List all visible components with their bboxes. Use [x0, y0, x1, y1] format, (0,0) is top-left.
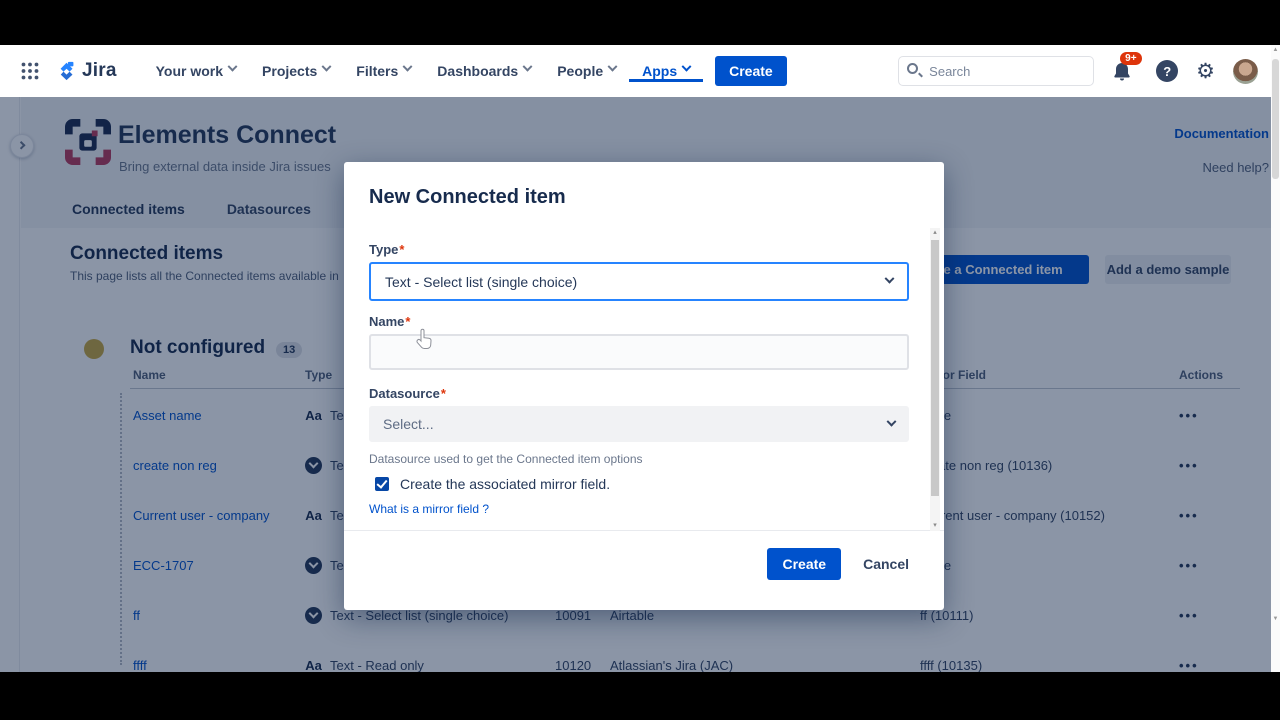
notifications-button[interactable]: 9+: [1112, 56, 1138, 86]
nav-menu: Your work Projects Filters Dashboards Pe…: [143, 60, 704, 82]
datasource-select-placeholder: Select...: [383, 416, 434, 432]
create-button[interactable]: Create: [715, 56, 787, 86]
chevron-down-icon: [682, 62, 692, 72]
page-content: Elements Connect Bring external data ins…: [0, 97, 1280, 672]
name-field-label: Name*: [369, 314, 410, 329]
jira-logo[interactable]: Jira: [56, 60, 117, 82]
nav-item-apps[interactable]: Apps: [629, 60, 703, 82]
what-is-mirror-field-link[interactable]: What is a mirror field ?: [369, 502, 489, 516]
name-label-text: Name: [369, 314, 404, 329]
nav-item-projects[interactable]: Projects: [249, 60, 343, 82]
scroll-down-arrow-icon[interactable]: [930, 521, 940, 531]
notification-badge: 9+: [1120, 52, 1141, 65]
navbar-left: Jira Your work Projects Filters Dashboar…: [0, 45, 787, 97]
nav-item-label: Your work: [156, 63, 223, 79]
modal-create-button[interactable]: Create: [767, 548, 841, 580]
nav-item-people[interactable]: People: [544, 60, 629, 82]
mirror-checkbox-row: Create the associated mirror field.: [375, 476, 610, 492]
scrollbar-up-icon[interactable]: [1271, 47, 1280, 53]
search-box: [898, 56, 1094, 86]
mirror-field-checkbox[interactable]: [375, 477, 389, 491]
letterbox-bottom: [0, 672, 1280, 720]
gear-icon[interactable]: [1196, 61, 1215, 82]
nav-item-dashboards[interactable]: Dashboards: [424, 60, 544, 82]
chevron-down-icon: [885, 274, 895, 284]
required-marker: *: [405, 314, 410, 329]
chevron-down-icon: [523, 62, 533, 72]
nav-item-your-work[interactable]: Your work: [143, 60, 249, 82]
chevron-down-icon: [403, 62, 413, 72]
type-select[interactable]: Text - Select list (single choice): [369, 262, 909, 301]
modal-cancel-button[interactable]: Cancel: [863, 556, 909, 572]
modal-scrollbar[interactable]: [930, 228, 940, 531]
nav-item-label: Dashboards: [437, 63, 518, 79]
jira-navbar: Jira Your work Projects Filters Dashboar…: [0, 45, 1280, 97]
type-select-value: Text - Select list (single choice): [385, 274, 577, 290]
jira-wordmark: Jira: [82, 60, 117, 82]
scrollbar-thumb[interactable]: [1272, 59, 1279, 179]
datasource-select[interactable]: Select...: [369, 406, 909, 442]
modal-footer: Create Cancel: [344, 531, 944, 610]
name-field[interactable]: [369, 334, 909, 370]
screen: Jira Your work Projects Filters Dashboar…: [0, 0, 1280, 720]
search-input[interactable]: [898, 56, 1094, 86]
help-icon[interactable]: [1156, 60, 1178, 82]
app-switcher-icon[interactable]: [14, 55, 46, 87]
browser-scrollbar[interactable]: [1271, 45, 1280, 672]
type-field-label: Type*: [369, 242, 404, 257]
modal-title: New Connected item: [369, 186, 566, 209]
chevron-down-icon: [887, 416, 897, 426]
type-label-text: Type: [369, 242, 398, 257]
chevron-down-icon: [322, 62, 332, 72]
nav-item-label: Filters: [356, 63, 398, 79]
letterbox-top: [0, 0, 1280, 45]
nav-item-label: People: [557, 63, 603, 79]
datasource-label-text: Datasource: [369, 386, 440, 401]
required-marker: *: [399, 242, 404, 257]
grid-dots-icon: [21, 62, 39, 80]
nav-item-filters[interactable]: Filters: [343, 60, 424, 82]
scrollbar-down-icon[interactable]: [1271, 616, 1280, 622]
datasource-field-label: Datasource*: [369, 386, 446, 401]
required-marker: *: [441, 386, 446, 401]
modal-scrollbar-thumb[interactable]: [931, 240, 939, 496]
scroll-up-arrow-icon[interactable]: [930, 228, 940, 238]
nav-item-label: Apps: [642, 63, 677, 79]
jira-logo-icon: [56, 60, 78, 82]
chevron-down-icon: [608, 62, 618, 72]
new-connected-item-modal: New Connected item Type* Text - Select l…: [344, 162, 944, 610]
chevron-down-icon: [228, 62, 238, 72]
mirror-checkbox-label: Create the associated mirror field.: [400, 476, 610, 492]
nav-item-label: Projects: [262, 63, 317, 79]
navbar-right: 9+: [898, 45, 1280, 97]
datasource-help-text: Datasource used to get the Connected ite…: [369, 452, 643, 466]
avatar[interactable]: [1233, 59, 1258, 84]
